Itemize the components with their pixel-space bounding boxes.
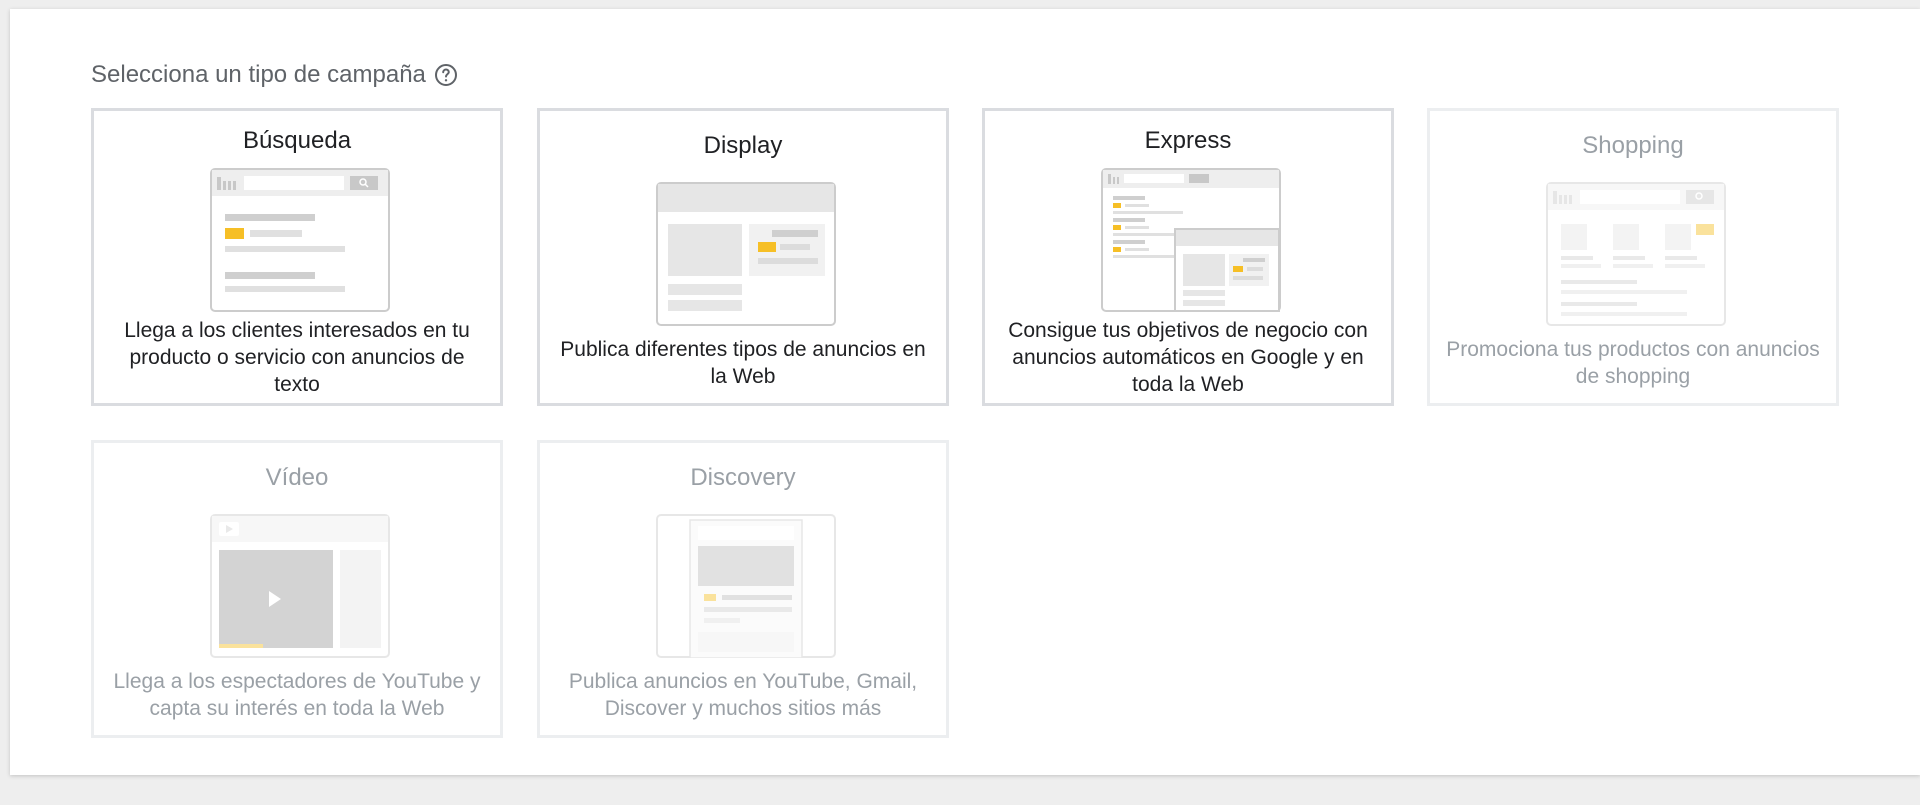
campaign-card-shopping: Shopping Promociona tus productos con an… xyxy=(1427,108,1839,406)
card-title: Express xyxy=(1144,127,1232,154)
heading-text: Selecciona un tipo de campaña xyxy=(91,61,426,88)
campaign-card-search[interactable]: Búsqueda Llega a los clientes interesado… xyxy=(91,108,503,406)
section-heading: Selecciona un tipo de campaña xyxy=(91,61,458,89)
video-ads-illustration xyxy=(210,514,390,658)
card-description: Llega a los clientes interesados en tu p… xyxy=(124,319,470,396)
card-title: Vídeo xyxy=(265,464,329,491)
card-description: Publica anuncios en YouTube, Gmail, Disc… xyxy=(568,670,918,720)
card-description: Llega a los espectadores de YouTube y ca… xyxy=(113,670,481,720)
express-ads-illustration xyxy=(1101,168,1281,312)
card-description: Promociona tus productos con anuncios de… xyxy=(1446,338,1820,388)
shopping-ads-illustration xyxy=(1546,182,1726,326)
card-title: Búsqueda xyxy=(242,127,352,154)
campaign-card-discovery: Discovery Publica anuncios en YouTube, G… xyxy=(537,440,949,738)
campaign-card-express[interactable]: Express Consigue tus objetivos de negoci… xyxy=(982,108,1394,406)
search-ads-illustration xyxy=(210,168,390,312)
card-description: Consigue tus objetivos de negocio con an… xyxy=(1008,319,1368,396)
help-circle-icon[interactable] xyxy=(434,63,458,87)
campaign-card-display[interactable]: Display Publica diferentes tipos de anun… xyxy=(537,108,949,406)
card-title: Discovery xyxy=(690,464,796,491)
discovery-ads-illustration xyxy=(656,514,836,658)
campaign-type-panel: Selecciona un tipo de campaña Búsqueda L… xyxy=(10,9,1920,775)
campaign-card-video: Vídeo Llega a los espectadores de YouTub… xyxy=(91,440,503,738)
display-ads-illustration xyxy=(656,182,836,326)
card-title: Shopping xyxy=(1582,132,1684,159)
card-description: Publica diferentes tipos de anuncios en … xyxy=(560,338,926,388)
card-title: Display xyxy=(703,132,783,159)
